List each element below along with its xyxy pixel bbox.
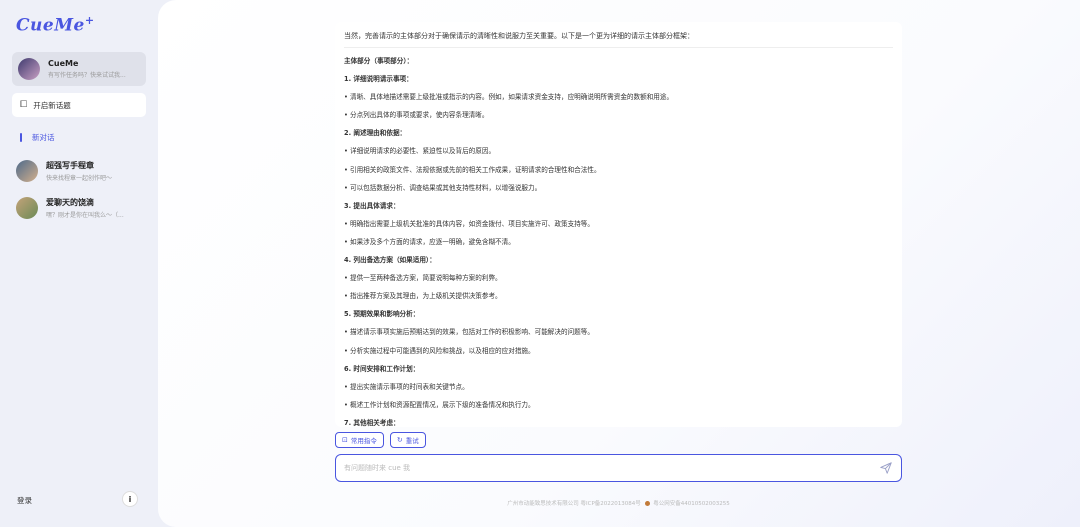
message-heading: 2. 阐述理由和依据：	[344, 129, 407, 138]
message-bullet: • 分析实施过程中可能遇到的风险和挑战，以及相应的应对措施。	[344, 346, 535, 355]
message-bullet: • 引用相关的政策文件、法规依据或先前的相关工作成果，证明请求的合理性和合法性。	[344, 165, 601, 174]
message-bullet: • 概述工作计划和资源配置情况，展示下级的准备情况和执行力。	[344, 400, 535, 409]
agent-subtitle: 有写作任务吗？快来试试我...	[48, 72, 126, 79]
sidebar-chat-item[interactable]: 爱聊天的饶滴 嘿？刚才是你在叫我么～（...	[16, 195, 150, 221]
sidebar-item-new-conversation[interactable]: 新对话	[20, 132, 55, 143]
chat-bubble-icon: ⧠	[20, 100, 28, 110]
message-bullet: • 可以包括数据分析、调查结果或其他支持性材料，以增强说服力。	[344, 183, 542, 192]
chat-input-box[interactable]	[335, 454, 902, 482]
avatar	[18, 58, 40, 80]
message-bullet: • 如果涉及多个方面的请求，应逐一明确，避免含糊不清。	[344, 237, 515, 246]
message-heading: 5. 预期效果和影响分析：	[344, 310, 420, 319]
section-label: 新对话	[32, 133, 55, 142]
active-indicator	[20, 133, 22, 142]
avatar	[16, 160, 38, 182]
command-icon: ⊡	[342, 436, 348, 444]
chat-title: 爱聊天的饶滴	[46, 198, 94, 207]
message-bullet: • 详细说明请求的必要性、紧迫性以及背后的原因。	[344, 147, 496, 156]
message-bullet: • 指出推荐方案及其理由，为上级机关提供决策参考。	[344, 292, 502, 301]
chat-title: 超强写手程章	[46, 161, 94, 170]
refresh-icon: ↻	[396, 436, 403, 444]
message-heading: 1. 详细说明请示事项：	[344, 75, 413, 84]
sidebar: CueMe+ CueMe 有写作任务吗？快来试试我... ⧠ 开启新话题 新对话…	[0, 0, 158, 527]
police-badge-icon	[644, 501, 650, 506]
message-bullet: • 提供一至两种备选方案，简要说明每种方案的利弊。	[344, 274, 502, 283]
logo-mark: +	[84, 14, 95, 27]
common-commands-label: 常用指令	[350, 437, 377, 445]
message-heading: 7. 其他相关考虑：	[344, 418, 400, 427]
message-intro: 当然，完善请示的主体部分对于确保请示的清晰性和说服力至关重要。以下是一个更为详细…	[344, 31, 893, 48]
message-content: 当然，完善请示的主体部分对于确保请示的清晰性和说服力至关重要。以下是一个更为详细…	[335, 22, 902, 427]
retry-label: 重试	[405, 437, 419, 445]
agent-card-cueme[interactable]: CueMe 有写作任务吗？快来试试我...	[12, 52, 146, 86]
message-heading: 6. 时间安排和工作计划：	[344, 364, 420, 373]
logo[interactable]: CueMe+	[16, 14, 95, 36]
message-bullet: • 提出实施请示事项的时间表和关键节点。	[344, 382, 469, 391]
chat-subtitle: 嘿？刚才是你在叫我么～（...	[46, 212, 124, 219]
agent-title: CueMe	[48, 59, 79, 68]
new-chat-button[interactable]: ⧠ 开启新话题	[12, 93, 146, 117]
sidebar-chat-item[interactable]: 超强写手程章 快来找程章一起创作吧～	[16, 158, 150, 184]
message-heading: 3. 提出具体请求：	[344, 201, 400, 210]
agent-card-text: CueMe 有写作任务吗？快来试试我...	[48, 59, 140, 79]
login-link[interactable]: 登录	[17, 495, 32, 506]
message-heading: 4. 列出备选方案（如果适用）：	[344, 256, 436, 265]
police-text[interactable]: 粤公网安备44010502003255	[653, 501, 730, 507]
message-actions: ⊡ 常用指令 ↻ 重试	[335, 432, 426, 448]
message-lines: 主体部分（事项部分）： 1. 详细说明请示事项： • 清晰、具体地描述需要上级批准或…	[344, 52, 893, 427]
message-bullet: • 明确指出需要上级机关批准的具体内容，如资金拨付、项目实施许可、政策支持等。	[344, 219, 594, 228]
message-bullet: • 描述请示事项实施后预期达到的效果，包括对工作的积极影响、可能解决的问题等。	[344, 328, 594, 337]
chat-input[interactable]	[344, 464, 879, 472]
icp-text[interactable]: 广州市动能致思技术有限公司 粤ICP备2022013084号	[507, 501, 641, 507]
message-bullet: • 清晰、具体地描述需要上级批准或指示的内容。例如，如果请求资金支持，应明确说明…	[344, 93, 674, 102]
chat-subtitle: 快来找程章一起创作吧～	[46, 175, 113, 182]
message-heading: 主体部分（事项部分）：	[344, 57, 414, 65]
common-commands-button[interactable]: ⊡ 常用指令	[335, 432, 384, 448]
new-chat-label: 开启新话题	[33, 100, 71, 110]
chat-item-text: 爱聊天的饶滴 嘿？刚才是你在叫我么～（...	[46, 197, 138, 219]
retry-button[interactable]: ↻ 重试	[389, 432, 426, 448]
main-area: 当然，完善请示的主体部分对于确保请示的清晰性和说服力至关重要。以下是一个更为详细…	[158, 0, 1080, 527]
logo-text: CueMe	[16, 15, 85, 36]
footer: 广州市动能致思技术有限公司 粤ICP备2022013084号 粤公网安备4401…	[335, 499, 902, 507]
send-icon[interactable]	[879, 461, 893, 475]
message-bullet: • 分点列出具体的事项或要求，使内容条理清晰。	[344, 111, 489, 120]
avatar	[16, 197, 38, 219]
info-icon[interactable]: i	[122, 491, 138, 507]
chat-item-text: 超强写手程章 快来找程章一起创作吧～	[46, 160, 138, 182]
